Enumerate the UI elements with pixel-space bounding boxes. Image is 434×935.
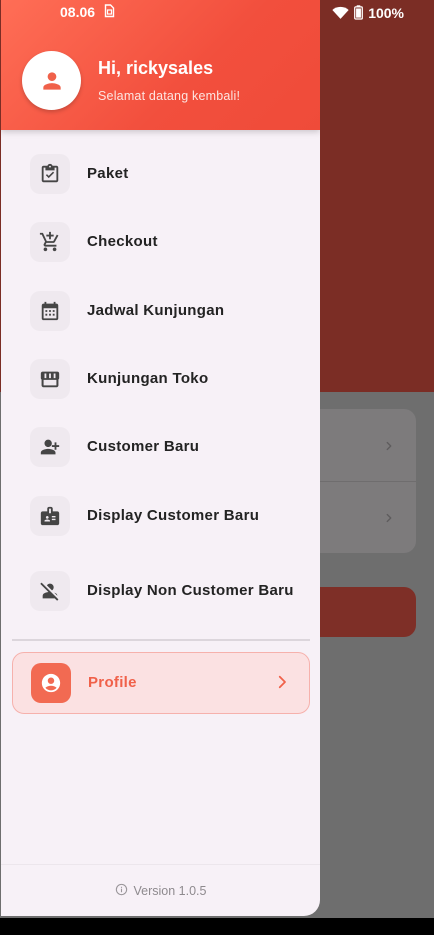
version-footer: Version 1.0.5 xyxy=(1,883,320,899)
battery-icon xyxy=(354,5,364,20)
menu-item-label: Display Customer Baru xyxy=(87,506,260,524)
greeting-text: Hi, rickysales xyxy=(98,58,214,78)
menu-item-label: Customer Baru xyxy=(87,438,200,456)
menu-item-profile[interactable]: Profile xyxy=(12,652,310,714)
sim-card-icon xyxy=(104,4,115,18)
avatar xyxy=(22,51,81,110)
menu-divider xyxy=(12,639,310,641)
chevron-right-icon xyxy=(273,673,291,691)
chevron-right-icon xyxy=(382,439,396,453)
info-icon xyxy=(115,883,128,899)
menu-item-customer-baru[interactable]: Customer Baru xyxy=(1,413,320,481)
status-time: 08.06 xyxy=(60,4,96,20)
battery-percent: 100% xyxy=(368,4,404,21)
person-add-icon xyxy=(30,427,70,468)
calendar-icon xyxy=(30,290,70,331)
wifi-icon xyxy=(332,4,349,21)
status-icons: 100% xyxy=(332,4,404,21)
menu-item-display-non-customer-baru[interactable]: Display Non Customer Baru xyxy=(1,550,320,633)
cart-add-icon xyxy=(30,222,70,263)
clipboard-check-icon xyxy=(30,154,70,195)
drawer-menu: Paket Checkout Jadwal Kunjungan Kunjunga… xyxy=(1,140,320,633)
menu-item-display-customer-baru[interactable]: Display Customer Baru xyxy=(1,481,320,549)
person-off-icon xyxy=(30,571,70,612)
chevron-right-icon xyxy=(382,511,396,525)
badge-icon xyxy=(30,495,70,536)
version-text: Version 1.0.5 xyxy=(133,884,207,898)
profile-label: Profile xyxy=(88,674,137,691)
menu-item-checkout[interactable]: Checkout xyxy=(1,208,320,276)
menu-item-paket[interactable]: Paket xyxy=(1,140,320,208)
menu-item-label: Display Non Customer Baru xyxy=(87,582,294,600)
welcome-text: Selamat datang kembali! xyxy=(98,89,241,103)
account-circle-icon xyxy=(31,663,71,703)
menu-item-kunjungan-toko[interactable]: Kunjungan Toko xyxy=(1,345,320,413)
menu-item-label: Kunjungan Toko xyxy=(87,370,209,388)
footer-divider xyxy=(1,864,320,865)
navigation-drawer: Hi, rickysales Selamat datang kembali! P… xyxy=(1,0,320,916)
menu-item-label: Checkout xyxy=(87,233,158,251)
person-icon xyxy=(42,71,61,90)
menu-item-label: Paket xyxy=(87,165,129,183)
menu-item-jadwal-kunjungan[interactable]: Jadwal Kunjungan xyxy=(1,277,320,345)
system-navigation-bar xyxy=(0,918,434,935)
menu-item-label: Jadwal Kunjungan xyxy=(87,301,225,319)
status-bar: 08.06 100% xyxy=(0,0,434,24)
store-icon xyxy=(30,359,70,400)
